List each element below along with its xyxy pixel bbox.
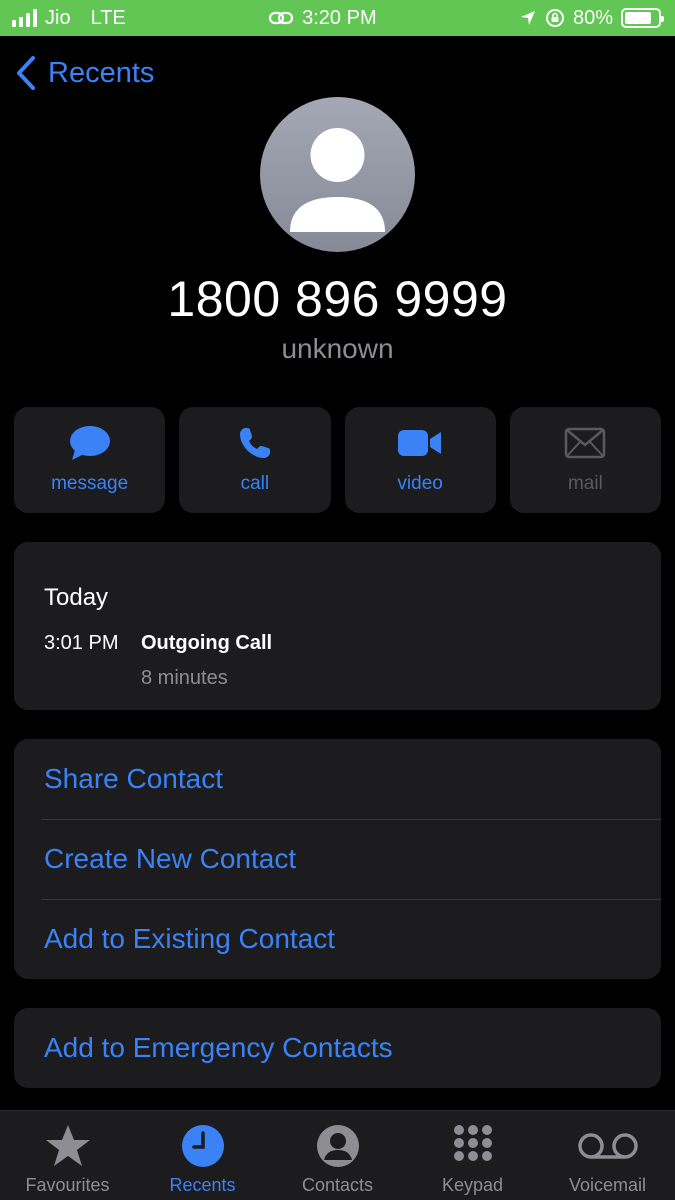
tab-recents-label: Recents [169,1175,236,1195]
carrier-name: Jio [45,6,71,29]
video-icon [398,430,442,456]
emergency-card: Add to Emergency Contacts [14,1008,661,1088]
phone-icon [239,428,270,458]
tab-favourites-label: Favourites [25,1175,110,1195]
mail-icon [565,427,606,459]
status-center: 3:20 PM [268,6,377,30]
tab-voicemail[interactable]: Voicemail [540,1111,675,1200]
status-bar: Jio LTE 3:20 PM 80% [0,0,675,36]
video-button[interactable]: video [344,407,496,513]
network-type: LTE [90,6,126,29]
action-row: message call video mail [14,407,661,513]
history-time: 3:01 PM [44,632,119,654]
status-left: Jio LTE [12,7,126,30]
avatar [260,97,415,252]
call-button[interactable]: call [179,407,331,513]
contact-label: unknown [281,333,394,364]
tab-bar: Favourites Recents Contacts Keypad Voice… [0,1110,675,1200]
status-right: 80% [519,6,664,30]
message-button[interactable]: message [14,407,166,513]
status-time: 3:20 PM [302,6,377,29]
tab-favourites[interactable]: Favourites [0,1111,135,1200]
history-day: Today [44,584,109,611]
back-button[interactable]: Recents [16,56,154,90]
clock-icon [181,1125,224,1167]
tab-contacts[interactable]: Contacts [270,1111,405,1200]
tab-keypad[interactable]: Keypad [405,1111,540,1200]
location-arrow-icon [520,11,535,25]
create-new-contact-button[interactable]: Create New Contact [14,819,661,899]
add-to-existing-contact-button[interactable]: Add to Existing Contact [14,899,661,979]
history-duration: 8 minutes [141,667,228,689]
add-to-emergency-contacts-button[interactable]: Add to Emergency Contacts [14,1008,661,1088]
star-icon [45,1125,90,1166]
mail-button: mail [509,407,661,513]
history-entry: 3:01 PM Outgoing Call [44,632,631,655]
voicemail-icon [577,1133,638,1159]
mail-label: mail [567,473,603,494]
person-silhouette-icon [290,128,385,232]
battery-fill [624,12,651,24]
person-circle-icon [316,1125,359,1167]
message-icon [69,426,110,460]
rotation-lock-icon [545,9,564,27]
battery-percent: 80% [572,6,613,29]
contact-options-card: Share Contact Create New Contact Add to … [14,739,661,979]
history-type: Outgoing Call [141,632,273,654]
tab-voicemail-label: Voicemail [568,1175,647,1195]
link-icon [269,11,294,25]
battery-icon [620,8,664,28]
signal-icon [12,9,37,27]
contact-number: 1800 896 9999 [167,271,508,327]
keypad-icon [453,1125,492,1161]
tab-recents[interactable]: Recents [135,1111,270,1200]
message-label: message [51,473,129,494]
call-history-card: Today 3:01 PM Outgoing Call 8 minutes [14,542,661,710]
tab-keypad-label: Keypad [441,1175,504,1195]
call-label: call [240,473,270,494]
share-contact-button[interactable]: Share Contact [14,739,661,819]
back-label: Recents [48,56,155,89]
chevron-left-icon [17,56,35,90]
video-label: video [397,473,443,494]
tab-contacts-label: Contacts [301,1175,374,1195]
